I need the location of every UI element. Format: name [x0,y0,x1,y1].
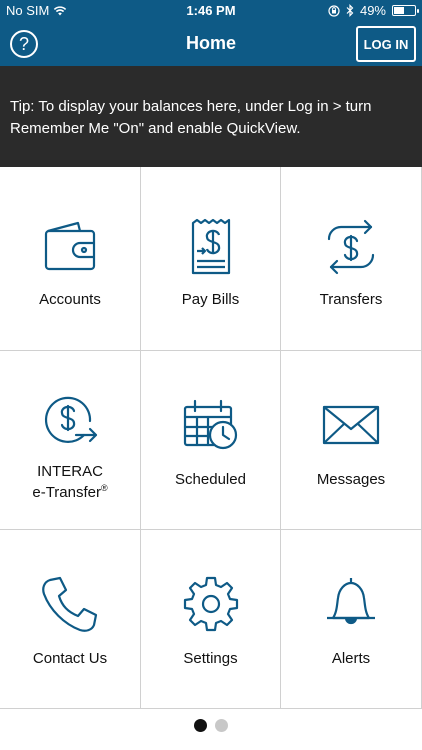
tip-text: Tip: To display your balances here, unde… [10,98,372,137]
tile-label: Alerts [331,650,371,667]
login-button[interactable]: LOG IN [356,26,416,62]
tile-label: Settings [183,650,238,667]
page-indicator [0,712,422,738]
nav-bar: ? Home LOG IN [0,22,422,66]
tile-label: Messages [316,471,386,488]
registered-mark: ® [101,483,108,493]
bill-icon [181,217,241,277]
tip-banner: Tip: To display your balances here, unde… [0,66,422,167]
tile-label-line1: INTERAC [37,463,103,480]
status-bar: No SIM 1:46 PM 49% [0,0,422,22]
bell-icon [321,574,381,634]
battery-percent: 49% [359,3,386,18]
tile-scheduled[interactable]: Scheduled [141,351,281,530]
tile-label: INTERAC e-Transfer® [0,463,140,501]
status-right: 49% [328,3,419,18]
tile-accounts[interactable]: Accounts [0,167,141,351]
rotation-lock-icon [328,4,340,17]
wallet-icon [40,217,100,277]
bluetooth-icon [346,4,354,17]
tile-contact-us[interactable]: Contact Us [0,530,141,709]
tile-interac-e-transfer[interactable]: INTERAC e-Transfer® [0,351,141,530]
gear-icon [181,574,241,634]
tile-label-line2: e-Transfer® [0,480,140,501]
tile-label: Transfers [319,291,383,308]
tile-pay-bills[interactable]: Pay Bills [141,167,281,351]
page-dot-1[interactable] [194,718,207,732]
tile-label: Scheduled [175,471,246,488]
tile-transfers[interactable]: Transfers [281,167,422,351]
calendar-clock-icon [181,395,241,455]
menu-grid: Accounts Pay Bills Transfers INTERAC e-T… [0,167,422,709]
tile-alerts[interactable]: Alerts [281,530,422,709]
tile-messages[interactable]: Messages [281,351,422,530]
tile-label-line2-text: e-Transfer [32,484,101,501]
tile-settings[interactable]: Settings [141,530,281,709]
battery-icon [392,5,419,16]
transfer-icon [321,217,381,277]
tile-label: Accounts [39,291,101,308]
page-dot-2[interactable] [215,718,228,732]
phone-icon [40,574,100,634]
envelope-icon [321,395,381,455]
tile-label: Contact Us [32,650,108,667]
e-transfer-icon [40,391,100,451]
tile-label: Pay Bills [181,291,240,308]
